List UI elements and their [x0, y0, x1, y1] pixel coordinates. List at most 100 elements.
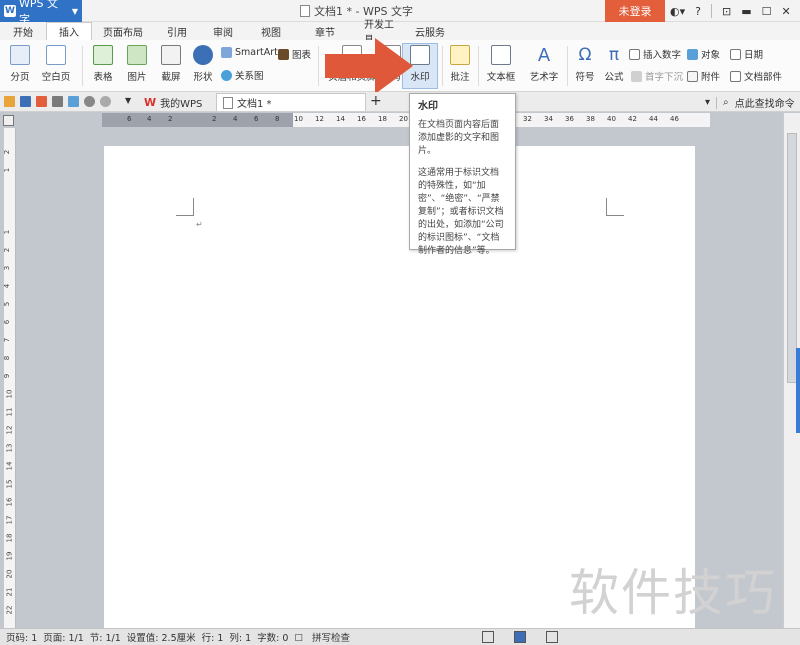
screenshot-icon: [161, 45, 181, 65]
insert-number-icon: [629, 48, 640, 60]
doc-parts-button[interactable]: 文档部件: [730, 69, 782, 83]
chevron-down-icon: ▼: [71, 6, 78, 16]
close-icon[interactable]: ✕: [781, 5, 790, 18]
insert-number-button[interactable]: 插入数字: [629, 47, 681, 61]
chart-icon: [278, 48, 289, 60]
picture-button[interactable]: 图片: [122, 40, 152, 83]
status-section: 节: 1/1: [89, 633, 121, 644]
symbol-button[interactable]: Ω 符号: [570, 40, 600, 83]
tooltip-title: 水印: [418, 101, 438, 112]
margin-mark-top-right: [606, 198, 624, 216]
page-view-icon[interactable]: [514, 631, 526, 643]
smartart-icon: [221, 47, 232, 58]
attachment-button[interactable]: 附件: [687, 69, 720, 83]
side-panel-toggle[interactable]: [796, 348, 800, 433]
skin-icon[interactable]: ◐▾: [670, 5, 685, 18]
table-icon: [93, 45, 113, 65]
wps-app-menu-button[interactable]: W WPS 文字 ▼: [0, 0, 82, 26]
wps-logo-icon: W: [4, 5, 16, 17]
tab-references[interactable]: 引用: [154, 22, 200, 40]
preview-icon[interactable]: [68, 96, 79, 107]
command-search-input[interactable]: 点此查找命令: [735, 95, 795, 110]
textbox-button[interactable]: 文本框: [482, 40, 520, 83]
vertical-scrollbar[interactable]: [783, 113, 800, 628]
date-button[interactable]: 日期: [730, 47, 763, 61]
new-tab-plus-icon[interactable]: +: [370, 93, 382, 109]
status-words: 字数: 0: [257, 633, 289, 644]
minimize-icon[interactable]: ▬: [741, 5, 751, 18]
wordart-icon: A: [537, 44, 551, 66]
pin-icon[interactable]: ⊡: [722, 5, 731, 18]
status-bar: 页码: 1 页面: 1/1 节: 1/1 设置值: 2.5厘米 行: 1 列: …: [0, 628, 800, 645]
window-title: 文档1 * - WPS 文字: [300, 3, 413, 19]
drop-cap-button[interactable]: 首字下沉: [631, 69, 683, 83]
screenshot-button[interactable]: 截屏: [156, 40, 186, 83]
fullscreen-icon[interactable]: [482, 631, 494, 643]
scrollbar-thumb[interactable]: [787, 133, 797, 383]
smartart-button[interactable]: SmartArt: [221, 47, 278, 58]
horizontal-ruler[interactable]: 6 4 2 2 4 6 8 10 12 14 16 18 20 32 34 36…: [102, 113, 710, 127]
relation-chart-icon: [221, 69, 232, 81]
status-col: 列: 1: [229, 633, 252, 644]
search-icon: ⌕: [723, 97, 729, 108]
page-break-icon: [10, 45, 30, 65]
tab-review[interactable]: 审阅: [200, 22, 246, 40]
document-icon: [300, 5, 310, 17]
pi-icon: π: [608, 45, 620, 65]
vertical-ruler[interactable]: 2 1 1 2 3 4 5 6 7 8 9 10 11 12 13 14 15 …: [3, 128, 16, 628]
window-controls: ◐▾ ? ⊡ ▬ ☐ ✕: [670, 0, 791, 22]
omega-icon: Ω: [578, 45, 592, 65]
page-break-button[interactable]: 分页: [4, 40, 36, 83]
comment-icon: [450, 45, 470, 65]
undo-icon[interactable]: [84, 96, 95, 107]
doc-parts-icon: [730, 70, 741, 82]
textbox-icon: [491, 45, 511, 65]
maximize-icon[interactable]: ☐: [762, 5, 772, 18]
shapes-button[interactable]: 形状: [188, 40, 218, 83]
chart-button[interactable]: 图表: [278, 47, 311, 61]
chevron-down-icon[interactable]: ▼: [125, 96, 131, 105]
blank-page-button[interactable]: 空白页: [38, 40, 74, 83]
drop-cap-icon: [631, 70, 642, 82]
object-icon: [687, 48, 698, 60]
object-button[interactable]: 对象: [687, 47, 720, 61]
outline-view-icon[interactable]: [546, 631, 558, 643]
paperclip-icon: [687, 70, 698, 82]
spell-check-toggle[interactable]: ☐ 拼写检查: [294, 630, 350, 644]
comment-button[interactable]: 批注: [446, 40, 474, 83]
status-pages: 页面: 1/1: [43, 633, 84, 644]
relation-chart-button[interactable]: 关系图: [221, 68, 264, 82]
margin-mark-top-left: [176, 198, 194, 216]
calendar-icon: [730, 48, 741, 60]
tooltip-description: 在文档页面内容后面添加虚影的文字和图片。: [418, 120, 500, 156]
wps-red-logo-icon: W: [144, 95, 157, 109]
document-icon: [223, 96, 233, 109]
tab-insert[interactable]: 插入: [46, 22, 92, 40]
login-button[interactable]: 未登录: [605, 0, 665, 22]
redo-icon[interactable]: [100, 96, 111, 107]
shapes-icon: [193, 45, 213, 65]
help-button[interactable]: ?: [695, 5, 701, 18]
quick-access-bar: ▼ W 我的WPS ✕ 文档1 * + ▾ ⌕ 点此查找命令: [0, 92, 800, 112]
status-setting: 设置值: 2.5厘米: [126, 633, 196, 644]
wordart-button[interactable]: A 艺术字: [524, 40, 564, 84]
save-icon[interactable]: [20, 96, 31, 107]
formula-button[interactable]: π 公式: [602, 40, 626, 83]
blank-page-icon: [46, 45, 66, 65]
pointer-arrow-annotation: [325, 38, 413, 94]
tab-view[interactable]: 视图: [246, 22, 296, 40]
table-button[interactable]: 表格: [88, 40, 118, 83]
tooltip-detail: 这通常用于标识文档的特殊性，如“加密”、“绝密”、“严禁复制”；或者标识文档的出…: [418, 168, 504, 256]
export-pdf-icon[interactable]: [36, 96, 47, 107]
watermark-tooltip: 水印 在文档页面内容后面添加虚影的文字和图片。 这通常用于标识文档的特殊性，如“…: [409, 93, 516, 256]
print-icon[interactable]: [52, 96, 63, 107]
ruler-corner-button[interactable]: [3, 115, 14, 126]
status-row: 行: 1: [201, 633, 224, 644]
tab-page-layout[interactable]: 页面布局: [92, 22, 154, 40]
open-icon[interactable]: [4, 96, 15, 107]
tab-home[interactable]: 开始: [0, 22, 46, 40]
funnel-icon[interactable]: ▾: [705, 97, 710, 108]
image-watermark-text: 软件技巧: [569, 564, 777, 622]
picture-icon: [127, 45, 147, 65]
tab-document1[interactable]: 文档1 *: [216, 93, 366, 111]
